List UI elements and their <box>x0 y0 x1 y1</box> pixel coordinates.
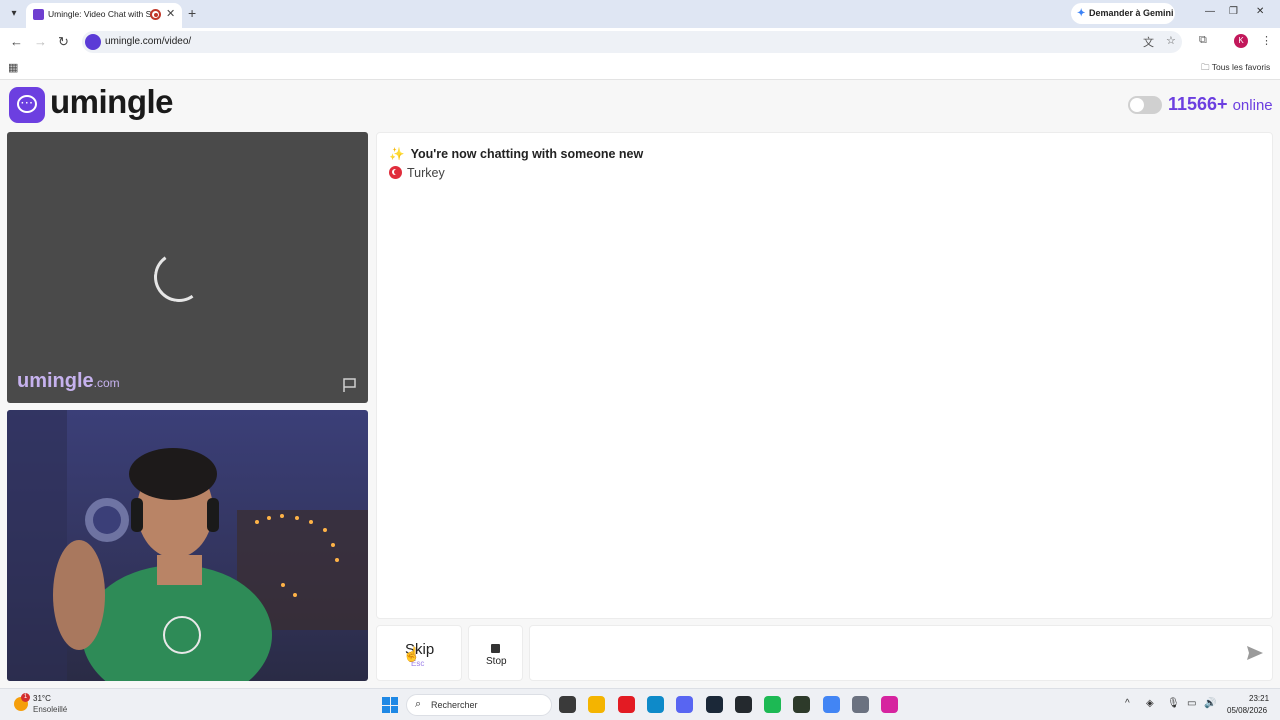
browser-tab-bar: ▾ Umingle: Video Chat with S ✕ + ✦ Deman… <box>0 0 1280 28</box>
theme-toggle[interactable] <box>1128 96 1162 114</box>
tray-overflow-icon[interactable]: ^ <box>1125 698 1130 709</box>
settings-icon[interactable] <box>852 696 869 713</box>
back-icon[interactable]: ← <box>10 34 23 49</box>
tab-search-icon[interactable]: ▾ <box>6 6 22 22</box>
message-composer <box>529 625 1273 681</box>
reload-icon[interactable]: ↻ <box>58 34 69 50</box>
steam-icon[interactable] <box>706 696 723 713</box>
umingle-page: ··· umingle 11566+ online umingle.com ✨ … <box>0 80 1280 688</box>
discord-icon[interactable] <box>676 696 693 713</box>
extensions-icon[interactable]: ⧉ <box>1199 34 1207 47</box>
tab-title: Umingle: Video Chat with S <box>48 9 152 19</box>
volume-icon[interactable]: 🔊 <box>1204 698 1216 709</box>
skip-button[interactable]: Skip Esc ☝ <box>376 625 462 681</box>
windows-start-icon[interactable] <box>382 697 398 713</box>
folder-icon[interactable] <box>588 696 605 713</box>
site-logo-text[interactable]: umingle <box>50 83 174 121</box>
weather-condition: Ensoleillé <box>33 705 68 714</box>
remote-video: umingle.com <box>7 132 368 403</box>
local-video <box>7 410 368 681</box>
report-flag-icon[interactable] <box>342 377 358 393</box>
bookmarks-bar: ▦ 🗀 Tous les favoris <box>0 56 1280 80</box>
send-icon[interactable] <box>1246 644 1264 662</box>
chrome-icon[interactable] <box>823 696 840 713</box>
minimize-icon[interactable]: — <box>1205 6 1215 17</box>
partner-country: Turkey <box>389 166 445 180</box>
mouse-cursor-icon: ☝ <box>403 646 421 662</box>
stop-label: Stop <box>486 656 507 667</box>
search-icon: ⌕ <box>415 698 422 710</box>
winamp-icon[interactable] <box>793 696 810 713</box>
webcam-feed-image <box>7 410 368 681</box>
gemini-button[interactable]: ✦ Demander à Gemini <box>1071 3 1175 24</box>
umingle-favicon-icon <box>33 9 44 20</box>
stop-button[interactable]: Stop <box>468 625 523 681</box>
taskbar-search[interactable]: ⌕ Rechercher <box>406 694 552 716</box>
new-tab-button[interactable]: + <box>188 5 196 21</box>
network-icon[interactable]: ▭ <box>1187 698 1196 709</box>
microphone-icon[interactable]: 🎙 <box>1167 698 1180 709</box>
gemini-label: Demander à Gemini <box>1089 8 1174 18</box>
gemini-spark-icon: ✦ <box>1077 8 1086 19</box>
tray-app-icon[interactable]: ◈ <box>1146 698 1154 709</box>
online-counter: 11566+ online <box>1168 94 1273 115</box>
clock-time[interactable]: 23:21 <box>1249 694 1269 703</box>
windows-taskbar: 1 31°C Ensoleillé ⌕ Rechercher ^ ◈ 🎙 ▭ 🔊… <box>0 688 1280 720</box>
apps-grid-icon[interactable]: ▦ <box>8 61 18 74</box>
omnibox[interactable]: umingle.com/video/ <box>82 31 1182 53</box>
spotify-icon[interactable] <box>764 696 781 713</box>
address-bar-row: ← → ↻ umingle.com/video/ 文 ☆ ⧉ K ⋮ <box>0 28 1280 56</box>
opera-icon[interactable] <box>618 696 635 713</box>
github-icon[interactable] <box>735 696 752 713</box>
video-watermark: umingle.com <box>17 370 120 392</box>
recording-indicator-icon <box>150 9 161 20</box>
taskbar-search-placeholder: Rechercher <box>431 700 478 710</box>
turkey-flag-icon <box>389 166 402 179</box>
browser-menu-icon[interactable]: ⋮ <box>1261 34 1272 47</box>
stop-icon <box>491 644 500 653</box>
profile-avatar[interactable]: K <box>1234 34 1248 48</box>
message-input[interactable] <box>540 640 1230 668</box>
tab-close-icon[interactable]: ✕ <box>166 7 175 20</box>
umingle-logo-icon[interactable]: ··· <box>9 87 45 123</box>
translate-icon[interactable]: 文 <box>1143 34 1154 50</box>
weather-badge: 1 <box>21 693 30 702</box>
site-info-icon[interactable] <box>85 34 101 50</box>
loading-spinner-icon <box>150 248 208 306</box>
instagram-icon[interactable] <box>881 696 898 713</box>
weather-temperature: 31°C <box>33 694 51 703</box>
file-manager-icon[interactable] <box>559 696 576 713</box>
restore-icon[interactable]: ❐ <box>1229 6 1238 17</box>
online-label: online <box>1232 97 1273 114</box>
browser-tab-active[interactable]: Umingle: Video Chat with S ✕ <box>26 3 182 28</box>
url-text: umingle.com/video/ <box>105 36 192 47</box>
new-partner-message: ✨ You're now chatting with someone new <box>389 147 644 161</box>
all-bookmarks-link[interactable]: 🗀 Tous les favoris <box>1201 62 1270 76</box>
clock-date[interactable]: 05/08/2026 <box>1227 706 1267 715</box>
bookmark-star-icon[interactable]: ☆ <box>1166 34 1176 47</box>
online-count: 11566+ <box>1168 94 1228 114</box>
window-close-icon[interactable]: ✕ <box>1256 6 1264 17</box>
sparkle-icon: ✨ <box>389 147 405 161</box>
chat-log: ✨ You're now chatting with someone new Tu… <box>376 132 1273 619</box>
forward-icon[interactable]: → <box>34 34 47 49</box>
edge-icon[interactable] <box>647 696 664 713</box>
